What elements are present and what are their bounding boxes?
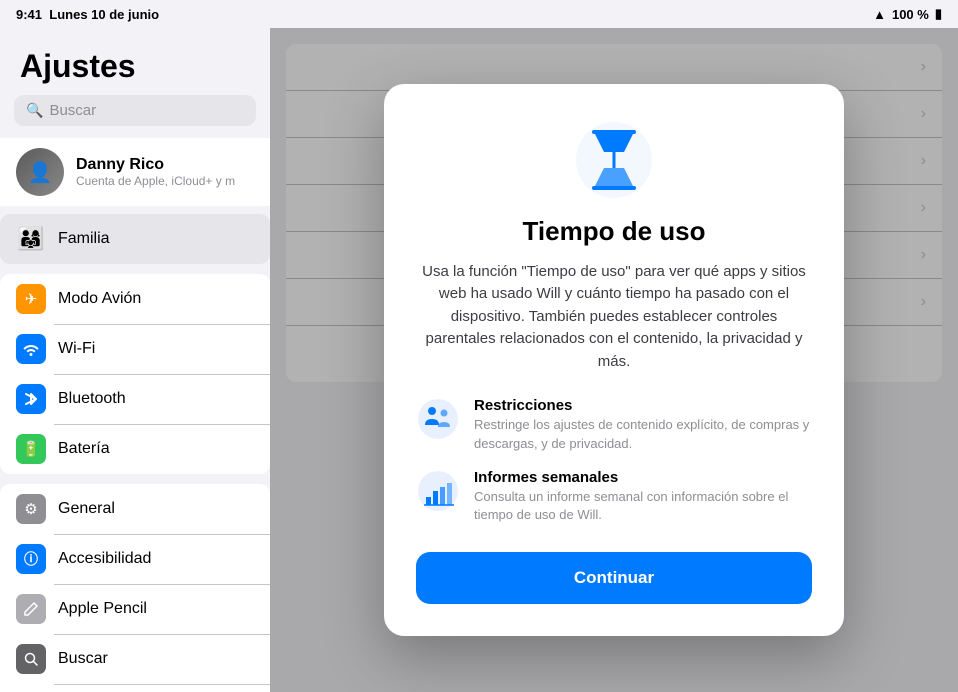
profile-name: Danny Rico — [76, 156, 235, 174]
battery-icon: ▮ — [935, 6, 942, 22]
profile-subtitle: Cuenta de Apple, iCloud+ y m — [76, 174, 235, 188]
feature-desc-informes: Consulta un informe semanal con informac… — [474, 488, 812, 524]
sidebar-item-bateria[interactable]: 🔋 Batería — [0, 424, 270, 474]
sidebar-item-familia[interactable]: 👨‍👩‍👧 Familia — [0, 214, 270, 264]
sidebar-item-accesibilidad[interactable]: ⓘ Accesibilidad — [0, 534, 270, 584]
pencil-icon — [16, 594, 46, 624]
feature-title-restricciones: Restricciones — [474, 397, 812, 414]
feature-text-informes: Informes semanales Consulta un informe s… — [474, 469, 812, 524]
search-bar[interactable]: 🔍 Buscar — [14, 95, 256, 126]
avatar: 👤 — [16, 148, 64, 196]
modal-card: Tiempo de uso Usa la función "Tiempo de … — [384, 84, 844, 636]
sidebar-item-camara[interactable]: Cámara — [0, 684, 270, 692]
avion-icon: ✈ — [16, 284, 46, 314]
sidebar: Ajustes 🔍 Buscar 👤 Danny Rico Cuenta de … — [0, 28, 270, 692]
right-area: › › › › › › La comparte contigo — [270, 28, 958, 692]
status-time-date: 9:41 Lunes 10 de junio — [16, 7, 159, 22]
feature-desc-restricciones: Restringe los ajustes de contenido explí… — [474, 416, 812, 452]
battery-percent: 100 % — [892, 7, 929, 22]
sidebar-label-general: General — [58, 500, 115, 518]
sidebar-section-familia: 👨‍👩‍👧 Familia — [0, 214, 270, 264]
modal-features: Restricciones Restringe los ajustes de c… — [416, 397, 812, 524]
main-area: Ajustes 🔍 Buscar 👤 Danny Rico Cuenta de … — [0, 28, 958, 692]
sidebar-label-accesibilidad: Accesibilidad — [58, 550, 151, 568]
general-icon: ⚙ — [16, 494, 46, 524]
feature-informes: Informes semanales Consulta un informe s… — [416, 469, 812, 524]
sidebar-label-wifi: Wi-Fi — [58, 340, 95, 358]
wifi-icon: ▲ — [873, 7, 886, 22]
restricciones-icon — [416, 397, 460, 441]
feature-restricciones: Restricciones Restringe los ajustes de c… — [416, 397, 812, 452]
sidebar-label-apple-pencil: Apple Pencil — [58, 600, 147, 618]
sidebar-label-bateria: Batería — [58, 440, 110, 458]
sidebar-section-connectivity: ✈ Modo Avión Wi-Fi Bluetooth 🔋 Batería — [0, 274, 270, 474]
feature-title-informes: Informes semanales — [474, 469, 812, 486]
wifi-settings-icon — [16, 334, 46, 364]
profile-info: Danny Rico Cuenta de Apple, iCloud+ y m — [76, 156, 235, 188]
status-indicators: ▲ 100 % ▮ — [873, 6, 942, 22]
buscar-icon — [16, 644, 46, 674]
sidebar-title: Ajustes — [0, 40, 270, 95]
search-icon: 🔍 — [26, 102, 43, 119]
accesibilidad-icon: ⓘ — [16, 544, 46, 574]
sidebar-item-bluetooth[interactable]: Bluetooth — [0, 374, 270, 424]
bluetooth-icon — [16, 384, 46, 414]
sidebar-label-buscar: Buscar — [58, 650, 108, 668]
sidebar-item-wifi[interactable]: Wi-Fi — [0, 324, 270, 374]
informes-icon — [416, 469, 460, 513]
search-placeholder: Buscar — [49, 102, 96, 119]
sidebar-item-buscar[interactable]: Buscar — [0, 634, 270, 684]
modal-title: Tiempo de uso — [523, 216, 706, 247]
continuar-button[interactable]: Continuar — [416, 552, 812, 604]
sidebar-section-settings: ⚙ General ⓘ Accesibilidad Apple Pencil B… — [0, 484, 270, 692]
status-bar: 9:41 Lunes 10 de junio ▲ 100 % ▮ — [0, 0, 958, 28]
bateria-icon: 🔋 — [16, 434, 46, 464]
profile-item[interactable]: 👤 Danny Rico Cuenta de Apple, iCloud+ y … — [0, 138, 270, 206]
sidebar-label-avion: Modo Avión — [58, 290, 141, 308]
familia-icon: 👨‍👩‍👧 — [16, 224, 46, 254]
sidebar-label-bluetooth: Bluetooth — [58, 390, 126, 408]
sidebar-item-apple-pencil[interactable]: Apple Pencil — [0, 584, 270, 634]
modal-overlay: Tiempo de uso Usa la función "Tiempo de … — [270, 28, 958, 692]
modal-description: Usa la función "Tiempo de uso" para ver … — [416, 261, 812, 374]
sidebar-item-avion[interactable]: ✈ Modo Avión — [0, 274, 270, 324]
sidebar-item-general[interactable]: ⚙ General — [0, 484, 270, 534]
sidebar-label-familia: Familia — [58, 230, 110, 248]
feature-text-restricciones: Restricciones Restringe los ajustes de c… — [474, 397, 812, 452]
hourglass-icon — [574, 120, 654, 200]
